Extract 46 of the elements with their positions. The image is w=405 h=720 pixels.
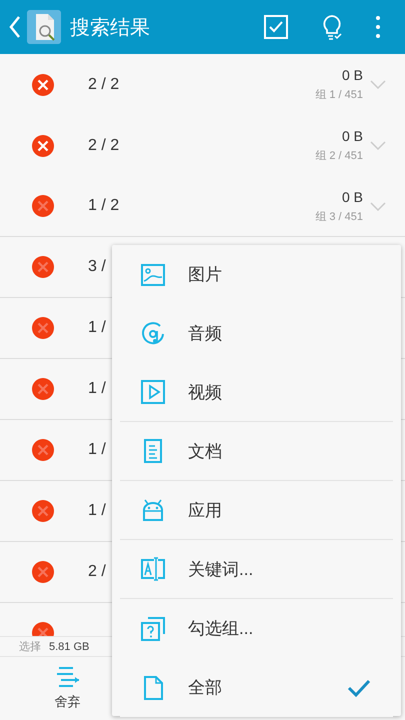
menu-item[interactable]: 文档 (120, 422, 393, 481)
file-count: 1 / (88, 319, 106, 337)
menu-item[interactable]: 视频 (120, 363, 393, 422)
select-all-icon[interactable] (263, 14, 289, 40)
remove-icon[interactable] (31, 194, 55, 218)
group-size: 0 B (342, 128, 363, 144)
screen-title: 搜索结果 (70, 16, 151, 40)
file-count: 1 / 2 (88, 197, 120, 215)
selection-label: 选择 (19, 640, 41, 654)
group-index: 组 3 / 451 (315, 210, 363, 224)
group-index: 组 1 / 451 (315, 88, 363, 102)
file-count: 3 / (88, 258, 106, 276)
disc-note-icon (140, 320, 166, 346)
menu-item[interactable]: 应用 (120, 481, 393, 540)
remove-icon[interactable] (31, 438, 55, 462)
group-index: 组 2 / 451 (315, 149, 363, 163)
question-squares-icon (140, 616, 166, 642)
remove-icon[interactable] (31, 377, 55, 401)
robot-icon (140, 497, 166, 523)
file-count: 1 / (88, 502, 106, 520)
file-count: 2 / 2 (88, 76, 120, 94)
text-cursor-icon (140, 556, 166, 582)
group-size: 0 B (342, 188, 363, 204)
selection-size: 5.81 GB (49, 640, 90, 652)
lines-icon (54, 666, 80, 688)
remove-icon[interactable] (31, 134, 55, 158)
more-icon[interactable] (375, 15, 381, 39)
file-count: 2 / 2 (88, 136, 120, 154)
menu-item[interactable]: 图片 (120, 245, 393, 304)
remove-icon[interactable] (31, 316, 55, 340)
remove-icon[interactable] (31, 499, 55, 523)
menu-item[interactable]: 音频 (120, 304, 393, 363)
group-size: 0 B (342, 67, 363, 83)
document-search-icon (27, 10, 61, 44)
file-count: 1 / (88, 380, 106, 398)
file-count: 2 / (88, 563, 106, 581)
checkmark-icon (347, 678, 371, 698)
image-icon (140, 262, 166, 288)
remove-icon[interactable] (31, 72, 55, 96)
back-icon[interactable] (9, 15, 21, 39)
file-count: 1 / (88, 441, 106, 459)
menu-item[interactable]: 勾选组... (120, 599, 393, 658)
play-icon (140, 379, 166, 405)
remove-icon[interactable] (31, 560, 55, 584)
menu-item[interactable]: 关键词... (120, 540, 393, 599)
remove-icon[interactable] (31, 255, 55, 279)
